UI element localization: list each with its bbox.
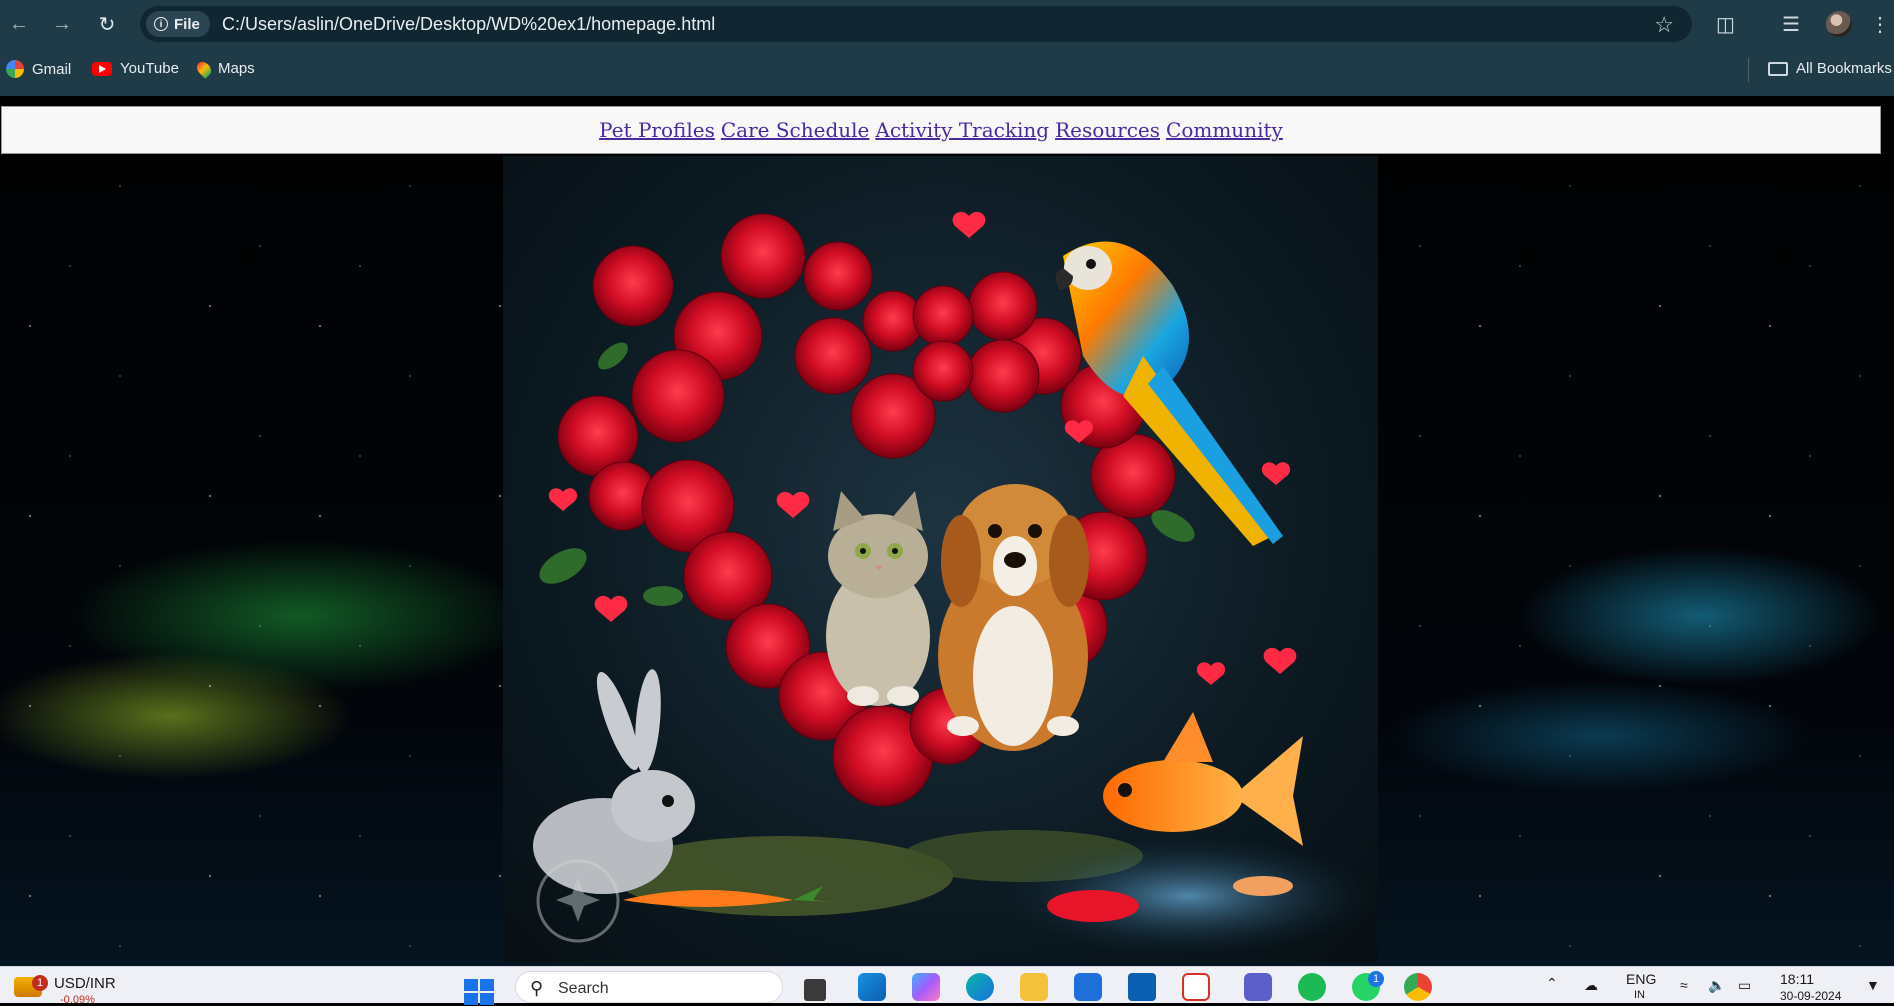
copilot-icon[interactable] [912,973,940,1001]
bookmark-label: YouTube [120,60,179,77]
bookmarks-bar: Gmail YouTube Maps All Bookmarks [0,48,1894,92]
edge-icon[interactable] [966,973,994,1001]
all-bookmarks-button[interactable]: All Bookmarks [1768,60,1892,77]
bookmark-label: Maps [218,60,255,77]
vscode-icon[interactable] [858,973,886,1001]
nav-link-activity-tracking[interactable]: Activity Tracking [875,118,1049,142]
forward-arrow-icon[interactable]: → [49,11,75,37]
info-icon: i [154,17,168,31]
task-view-icon[interactable] [804,979,826,1001]
address-bar[interactable]: i File C:/Users/aslin/OneDrive/Desktop/W… [140,6,1692,42]
notification-bell-icon[interactable]: ▼ [1866,977,1880,993]
bookmark-youtube[interactable]: YouTube [92,60,179,77]
site-info-chip[interactable]: i File [146,11,210,37]
dell-icon[interactable] [1128,973,1156,1001]
gmail-app-icon[interactable] [1182,973,1210,1001]
widget-label[interactable]: USD/INR [54,975,116,992]
search-icon: ⚲ [530,978,544,998]
hero-pets-image [503,156,1378,962]
profile-avatar[interactable] [1826,11,1852,37]
clock-time[interactable]: 18:11 [1780,971,1814,987]
language-indicator[interactable]: ENG [1626,971,1656,987]
dog [938,484,1089,751]
folder-icon [1768,61,1788,76]
back-arrow-icon[interactable]: ← [6,11,32,37]
youtube-icon [92,61,112,76]
widget-change: -0.09% [60,994,95,1006]
bookmark-maps[interactable]: Maps [194,58,255,79]
media-controls-icon[interactable]: ☰ [1782,12,1800,37]
nav-link-community[interactable]: Community [1166,118,1283,142]
taskbar-search[interactable]: ⚲ Search [515,971,783,1003]
nav-link-care-schedule[interactable]: Care Schedule [721,118,870,142]
tray-chevron-icon[interactable]: ⌃ [1546,975,1558,992]
water-pool [998,836,1378,956]
volume-icon[interactable]: 🔈 [1708,977,1725,994]
wifi-icon[interactable]: ≈ [1680,977,1688,993]
onedrive-icon[interactable]: ☁ [1584,977,1598,994]
browser-toolbar: ← → ↻ i File C:/Users/aslin/OneDrive/Des… [0,0,1894,48]
cat [826,491,930,706]
bookmark-gmail[interactable]: Gmail [6,60,71,78]
whatsapp-badge: 1 [1368,971,1384,987]
windows-start-icon[interactable] [464,979,494,1005]
bookmark-star-icon[interactable]: ☆ [1654,12,1674,38]
teams-icon[interactable] [1244,973,1272,1001]
bookmarks-divider [1748,58,1749,82]
all-bookmarks-label: All Bookmarks [1796,60,1892,77]
file-explorer-icon[interactable] [1020,973,1048,1001]
reload-icon[interactable]: ↻ [94,11,120,37]
microsoft-store-icon[interactable] [1074,973,1102,1001]
windows-taskbar: 1 USD/INR -0.09% ⚲ Search 1 ⌃ ☁ ENG IN ≈… [0,966,1894,1006]
search-placeholder: Search [558,980,609,997]
language-sub: IN [1634,989,1645,1001]
page-viewport: Pet Profiles Care Schedule Activity Trac… [0,96,1894,966]
extensions-icon[interactable]: ◫ [1716,12,1735,37]
bookmark-label: Gmail [32,60,72,78]
nav-link-resources[interactable]: Resources [1055,118,1160,142]
nav-link-pet-profiles[interactable]: Pet Profiles [599,118,715,142]
url-text[interactable]: C:/Users/aslin/OneDrive/Desktop/WD%20ex1… [222,14,715,35]
clock-date[interactable]: 30-09-2024 [1780,989,1841,1003]
browser-chrome: ← → ↻ i File C:/Users/aslin/OneDrive/Des… [0,0,1894,96]
maps-icon [194,58,214,79]
chrome-icon[interactable] [1404,973,1432,1001]
spotify-icon[interactable] [1298,973,1326,1001]
site-chip-label: File [174,15,200,33]
battery-icon[interactable]: ▭ [1738,977,1751,994]
menu-kebab-icon[interactable]: ⋮ [1870,12,1890,37]
gmail-icon [6,60,24,78]
site-navbar: Pet Profiles Care Schedule Activity Trac… [1,106,1881,154]
widget-badge: 1 [32,975,48,991]
